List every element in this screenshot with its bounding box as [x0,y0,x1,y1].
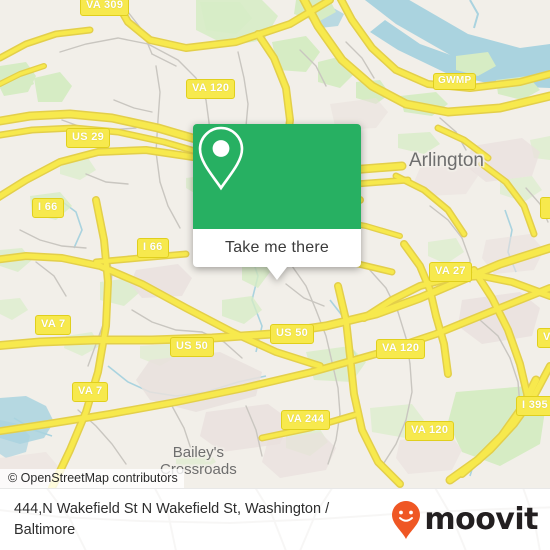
road-shield-i395[interactable]: I 395 [516,396,550,416]
map-pin-icon [198,126,244,191]
take-me-there-button[interactable]: Take me there [193,229,361,267]
map-screenshot: VA 309 VA 120 GWMP US 29 I 66 I 66 VA 7 … [0,0,550,550]
map-canvas[interactable]: VA 309 VA 120 GWMP US 29 I 66 I 66 VA 7 … [0,0,550,488]
footer-bar: 444,N Wakefield St N Wakefield St, Washi… [0,488,550,550]
road-shield-us29[interactable]: US 29 [66,128,111,148]
road-shield-va120-c[interactable]: VA 120 [376,339,426,359]
road-shield-va-edge[interactable]: VA [537,328,550,348]
road-shield-va7-n[interactable]: VA 7 [35,315,72,335]
callout-header [193,124,361,229]
road-shield-va120-s[interactable]: VA 120 [405,421,455,441]
road-shield-va120-n[interactable]: VA 120 [186,79,236,99]
road-shield-va309[interactable]: VA 309 [80,0,130,16]
road-shield-edge-partial[interactable] [540,197,550,219]
moovit-pin-icon [392,501,421,539]
place-label-arlington: Arlington [409,150,484,171]
map-attribution[interactable]: © OpenStreetMap contributors [0,469,184,488]
road-shield-i66-w[interactable]: I 66 [32,198,64,218]
location-callout-card[interactable]: Take me there [193,124,361,280]
road-shield-va244[interactable]: VA 244 [281,410,331,430]
moovit-logo[interactable]: moovit [391,500,550,540]
road-shield-gwmp[interactable]: GWMP [433,73,477,90]
road-shield-us50-w[interactable]: US 50 [170,337,215,357]
road-shield-us50-e[interactable]: US 50 [270,324,315,344]
take-me-there-label: Take me there [225,239,329,256]
road-shield-va7-s[interactable]: VA 7 [72,382,109,402]
moovit-wordmark: moovit [424,502,538,537]
road-shield-va27[interactable]: VA 27 [429,262,472,282]
place-label-line1: Bailey's [172,444,224,461]
road-shield-i66-e[interactable]: I 66 [137,238,169,258]
callout-tail [267,267,287,280]
location-title: 444,N Wakefield St N Wakefield St, Washi… [14,501,330,538]
